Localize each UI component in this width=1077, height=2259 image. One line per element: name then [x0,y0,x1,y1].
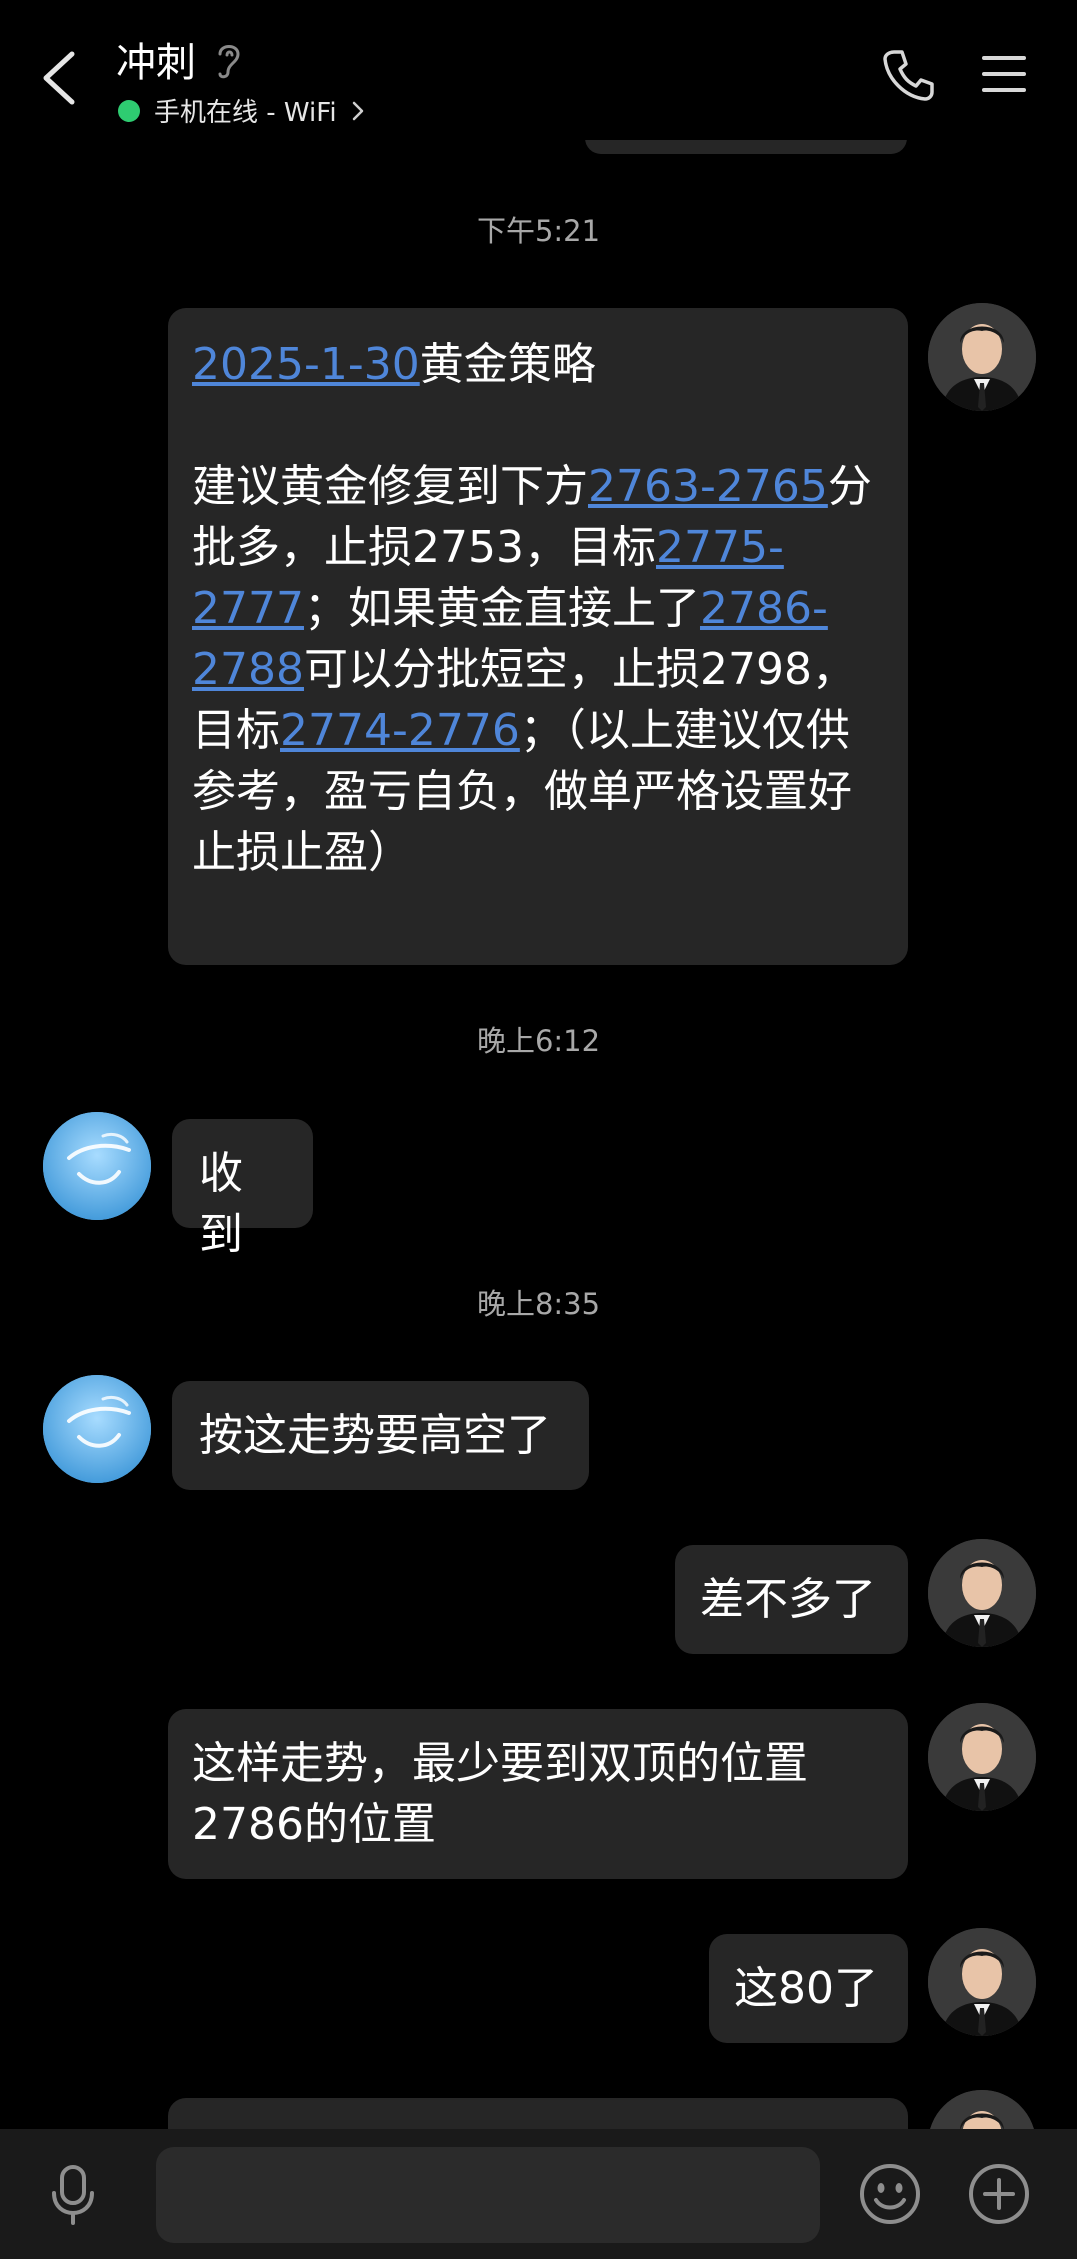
online-status[interactable]: 手机在线 - WiFi [118,92,365,129]
microphone-icon[interactable] [46,2163,100,2227]
message-bubble[interactable]: 按这走势要高空了 [172,1381,589,1490]
date-link[interactable]: 2025-1-30 [192,339,420,390]
message-text: 收到 [199,1148,243,1260]
message-bubble[interactable]: 收到 [172,1119,313,1260]
chat-header: 冲刺 手机在线 - WiFi [0,0,1077,140]
contact-name[interactable]: 冲刺 [116,30,196,88]
person-icon [928,303,1036,411]
emoji-icon[interactable] [858,2162,922,2226]
sky-avatar-icon [43,1375,151,1483]
person-icon [928,1928,1036,2036]
message-text: 建议黄金修复到下方 [192,461,588,512]
person-icon [928,1703,1036,1811]
timestamp: 晚上6:12 [476,1024,601,1058]
message-bubble[interactable]: 2025-1-30黄金策略 建议黄金修复到下方2763-2765分批多，止损27… [168,308,908,965]
chevron-right-icon [352,101,363,120]
input-bar [0,2129,1077,2259]
message-title: 2025-1-30黄金策略 [192,334,884,395]
number-link[interactable]: 2763-2765 [588,461,828,512]
sky-avatar-icon [43,1112,151,1220]
user-avatar[interactable] [928,303,1036,411]
user-avatar[interactable] [928,1539,1036,1647]
plus-icon[interactable] [967,2162,1031,2226]
message-text: 2786的位置 [192,1799,436,1850]
number-link[interactable]: 2774-2776 [280,705,520,756]
contact-avatar[interactable] [43,1112,151,1220]
person-icon [928,1539,1036,1647]
ear-icon [218,45,240,79]
timestamp: 下午5:21 [476,214,601,248]
message-bubble[interactable]: 差不多了 [675,1545,908,1654]
message-text: ；如果黄金直接上了 [303,583,700,634]
back-arrow-icon[interactable] [38,50,82,106]
menu-icon[interactable] [980,52,1028,96]
message-text: 按这走势要高空了 [199,1410,551,1461]
user-avatar[interactable] [928,1928,1036,2036]
timestamp: 晚上8:35 [476,1287,601,1321]
message-input[interactable] [156,2147,820,2243]
contact-avatar[interactable] [43,1375,151,1483]
message-bubble[interactable]: 这样走势，最少要到双顶的位置 2786的位置 [168,1709,908,1879]
message-body: 建议黄金修复到下方2763-2765分批多，止损2753，目标2775-2777… [192,456,884,883]
message-text: 这样走势，最少要到双顶的位置 [192,1738,808,1789]
message-text: 差不多了 [700,1574,876,1625]
user-avatar[interactable] [928,1703,1036,1811]
phone-call-icon[interactable] [880,46,938,104]
message-text: 黄金策略 [419,339,596,390]
message-bubble[interactable]: 这80了 [709,1934,908,2043]
online-dot-icon [118,99,140,122]
message-text: 这80了 [734,1963,878,2014]
online-status-label: 手机在线 - WiFi [154,98,337,128]
